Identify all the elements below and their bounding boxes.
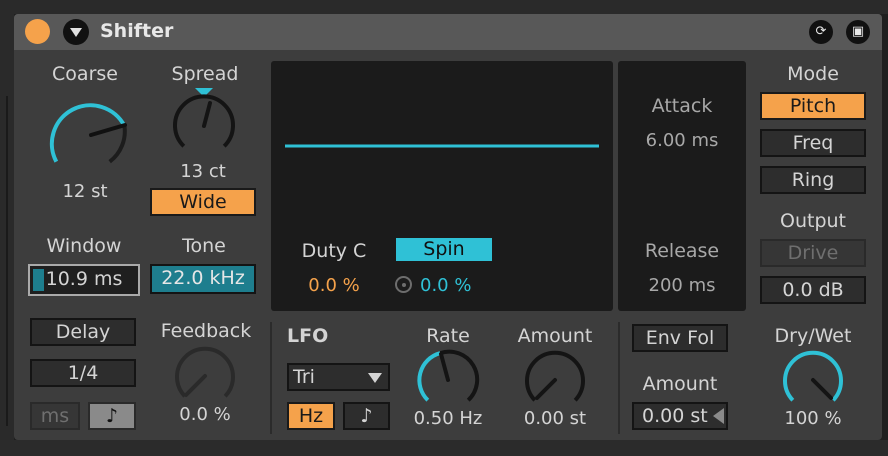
hot-swap-icon[interactable]: ⟳ xyxy=(809,20,833,44)
section-divider-left xyxy=(270,322,272,434)
window-background-left xyxy=(0,0,14,456)
fold-toggle-icon[interactable] xyxy=(63,19,89,45)
spin-toggle-button[interactable]: Spin xyxy=(394,236,494,263)
lfo-amount-value: 0.00 st xyxy=(523,408,587,429)
lfo-sync-note-button[interactable]: ♪ xyxy=(343,402,390,430)
section-divider-right xyxy=(618,322,620,434)
output-label: Output xyxy=(780,210,846,232)
dry-wet-label: Dry/Wet xyxy=(774,325,852,347)
delay-sync-note-button[interactable]: ♪ xyxy=(88,402,136,430)
rate-label: Rate xyxy=(426,325,470,347)
waveform-display xyxy=(285,144,599,148)
dry-wet-knob[interactable] xyxy=(783,350,843,410)
lfo-label: LFO xyxy=(287,325,329,347)
device-title: Shifter xyxy=(100,20,174,42)
coarse-knob[interactable] xyxy=(40,92,127,178)
release-label: Release xyxy=(644,240,720,262)
spread-label: Spread xyxy=(171,63,239,85)
release-value[interactable]: 200 ms xyxy=(620,275,744,296)
window-field[interactable]: 10.9 ms xyxy=(28,264,140,296)
attack-label: Attack xyxy=(651,95,713,117)
window-background-bottom xyxy=(0,440,888,456)
dropdown-arrow-icon xyxy=(368,373,382,383)
env-follow-amount-value: 0.00 st xyxy=(642,405,708,427)
spread-knob[interactable] xyxy=(171,86,237,158)
mode-freq-button[interactable]: Freq xyxy=(760,129,866,157)
attack-value[interactable]: 6.00 ms xyxy=(620,130,744,151)
save-preset-icon[interactable]: ▣ xyxy=(846,20,870,44)
feedback-value: 0.0 % xyxy=(179,404,231,425)
lfo-waveform-value: Tri xyxy=(293,366,315,388)
delay-ms-mode-button[interactable]: ms xyxy=(30,402,80,430)
window-background-top xyxy=(0,0,888,14)
env-follow-amount-field[interactable]: 0.00 st xyxy=(632,402,728,430)
wide-toggle-button[interactable]: Wide xyxy=(150,188,256,216)
slider-marker-icon xyxy=(713,408,724,424)
delay-toggle-button[interactable]: Delay xyxy=(30,318,136,346)
mode-pitch-button[interactable]: Pitch xyxy=(760,92,866,120)
rate-knob[interactable] xyxy=(417,349,480,410)
delay-time-field[interactable]: 1/4 xyxy=(30,359,136,387)
env-follow-amount-label: Amount xyxy=(642,373,718,395)
duty-cycle-value[interactable]: 0.0 % xyxy=(292,275,376,296)
rate-value: 0.50 Hz xyxy=(413,408,483,429)
spin-value[interactable]: 0.0 % xyxy=(420,275,490,296)
lfo-hz-mode-button[interactable]: Hz xyxy=(287,402,335,430)
window-fill xyxy=(33,269,44,291)
duty-cycle-label: Duty C xyxy=(301,240,367,262)
coarse-value: 12 st xyxy=(62,181,108,202)
dry-wet-value: 100 % xyxy=(784,408,842,429)
device-power-button[interactable] xyxy=(25,19,50,44)
spin-phase-icon xyxy=(395,276,412,293)
display-panel xyxy=(271,61,613,311)
coarse-label: Coarse xyxy=(52,63,118,85)
window-value: 10.9 ms xyxy=(45,268,123,290)
output-gain-field[interactable]: 0.0 dB xyxy=(760,276,866,304)
lfo-amount-knob[interactable] xyxy=(525,350,585,410)
window-label: Window xyxy=(46,235,122,257)
mode-label: Mode xyxy=(787,63,839,85)
feedback-label: Feedback xyxy=(160,320,252,342)
mode-ring-button[interactable]: Ring xyxy=(760,166,866,194)
drive-toggle-button[interactable]: Drive xyxy=(760,239,866,267)
env-follow-toggle-button[interactable]: Env Fol xyxy=(632,324,728,352)
spread-value: 13 ct xyxy=(180,161,226,182)
lfo-waveform-select[interactable]: Tri xyxy=(287,363,390,391)
feedback-knob[interactable] xyxy=(175,346,235,406)
tone-label: Tone xyxy=(182,235,226,257)
tone-field[interactable]: 22.0 kHz xyxy=(150,264,256,294)
lfo-amount-label: Amount xyxy=(517,325,593,347)
